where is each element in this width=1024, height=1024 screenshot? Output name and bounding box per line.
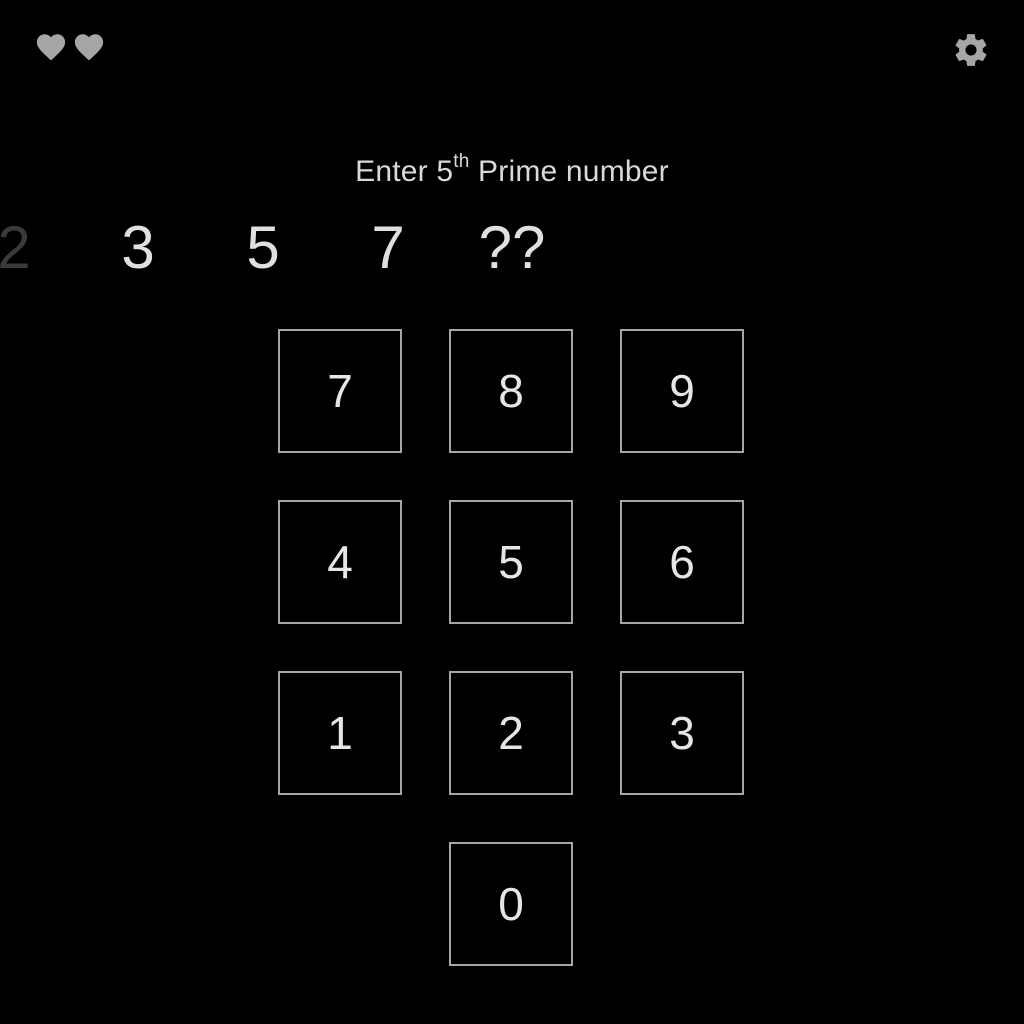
lives-display: [34, 30, 106, 64]
game-screen: Enter 5th Prime number 2 3 5 7 ?? 7 8 9 …: [0, 0, 1024, 1024]
key-3[interactable]: 3: [620, 671, 744, 795]
key-2[interactable]: 2: [449, 671, 573, 795]
key-5[interactable]: 5: [449, 500, 573, 624]
gear-icon[interactable]: [952, 31, 990, 69]
prime-sequence: 2 3 5 7 ??: [0, 212, 1024, 292]
prompt-text: Enter 5th Prime number: [0, 151, 1024, 189]
key-4[interactable]: 4: [278, 500, 402, 624]
prompt-suffix: Prime number: [469, 155, 669, 188]
prompt-ordinal-suffix: th: [453, 151, 470, 172]
heart-icon: [36, 34, 66, 61]
key-9[interactable]: 9: [620, 329, 744, 453]
prompt-prefix: Enter 5: [355, 155, 454, 188]
key-1[interactable]: 1: [278, 671, 402, 795]
key-7[interactable]: 7: [278, 329, 402, 453]
key-6[interactable]: 6: [620, 500, 744, 624]
sequence-item-unknown: ??: [478, 214, 546, 281]
sequence-item: 5: [246, 214, 280, 281]
sequence-item: 3: [121, 214, 155, 281]
sequence-item: 7: [371, 214, 405, 281]
key-8[interactable]: 8: [449, 329, 573, 453]
sequence-item: 2: [0, 214, 31, 281]
heart-icon: [74, 34, 104, 61]
key-0[interactable]: 0: [449, 842, 573, 966]
